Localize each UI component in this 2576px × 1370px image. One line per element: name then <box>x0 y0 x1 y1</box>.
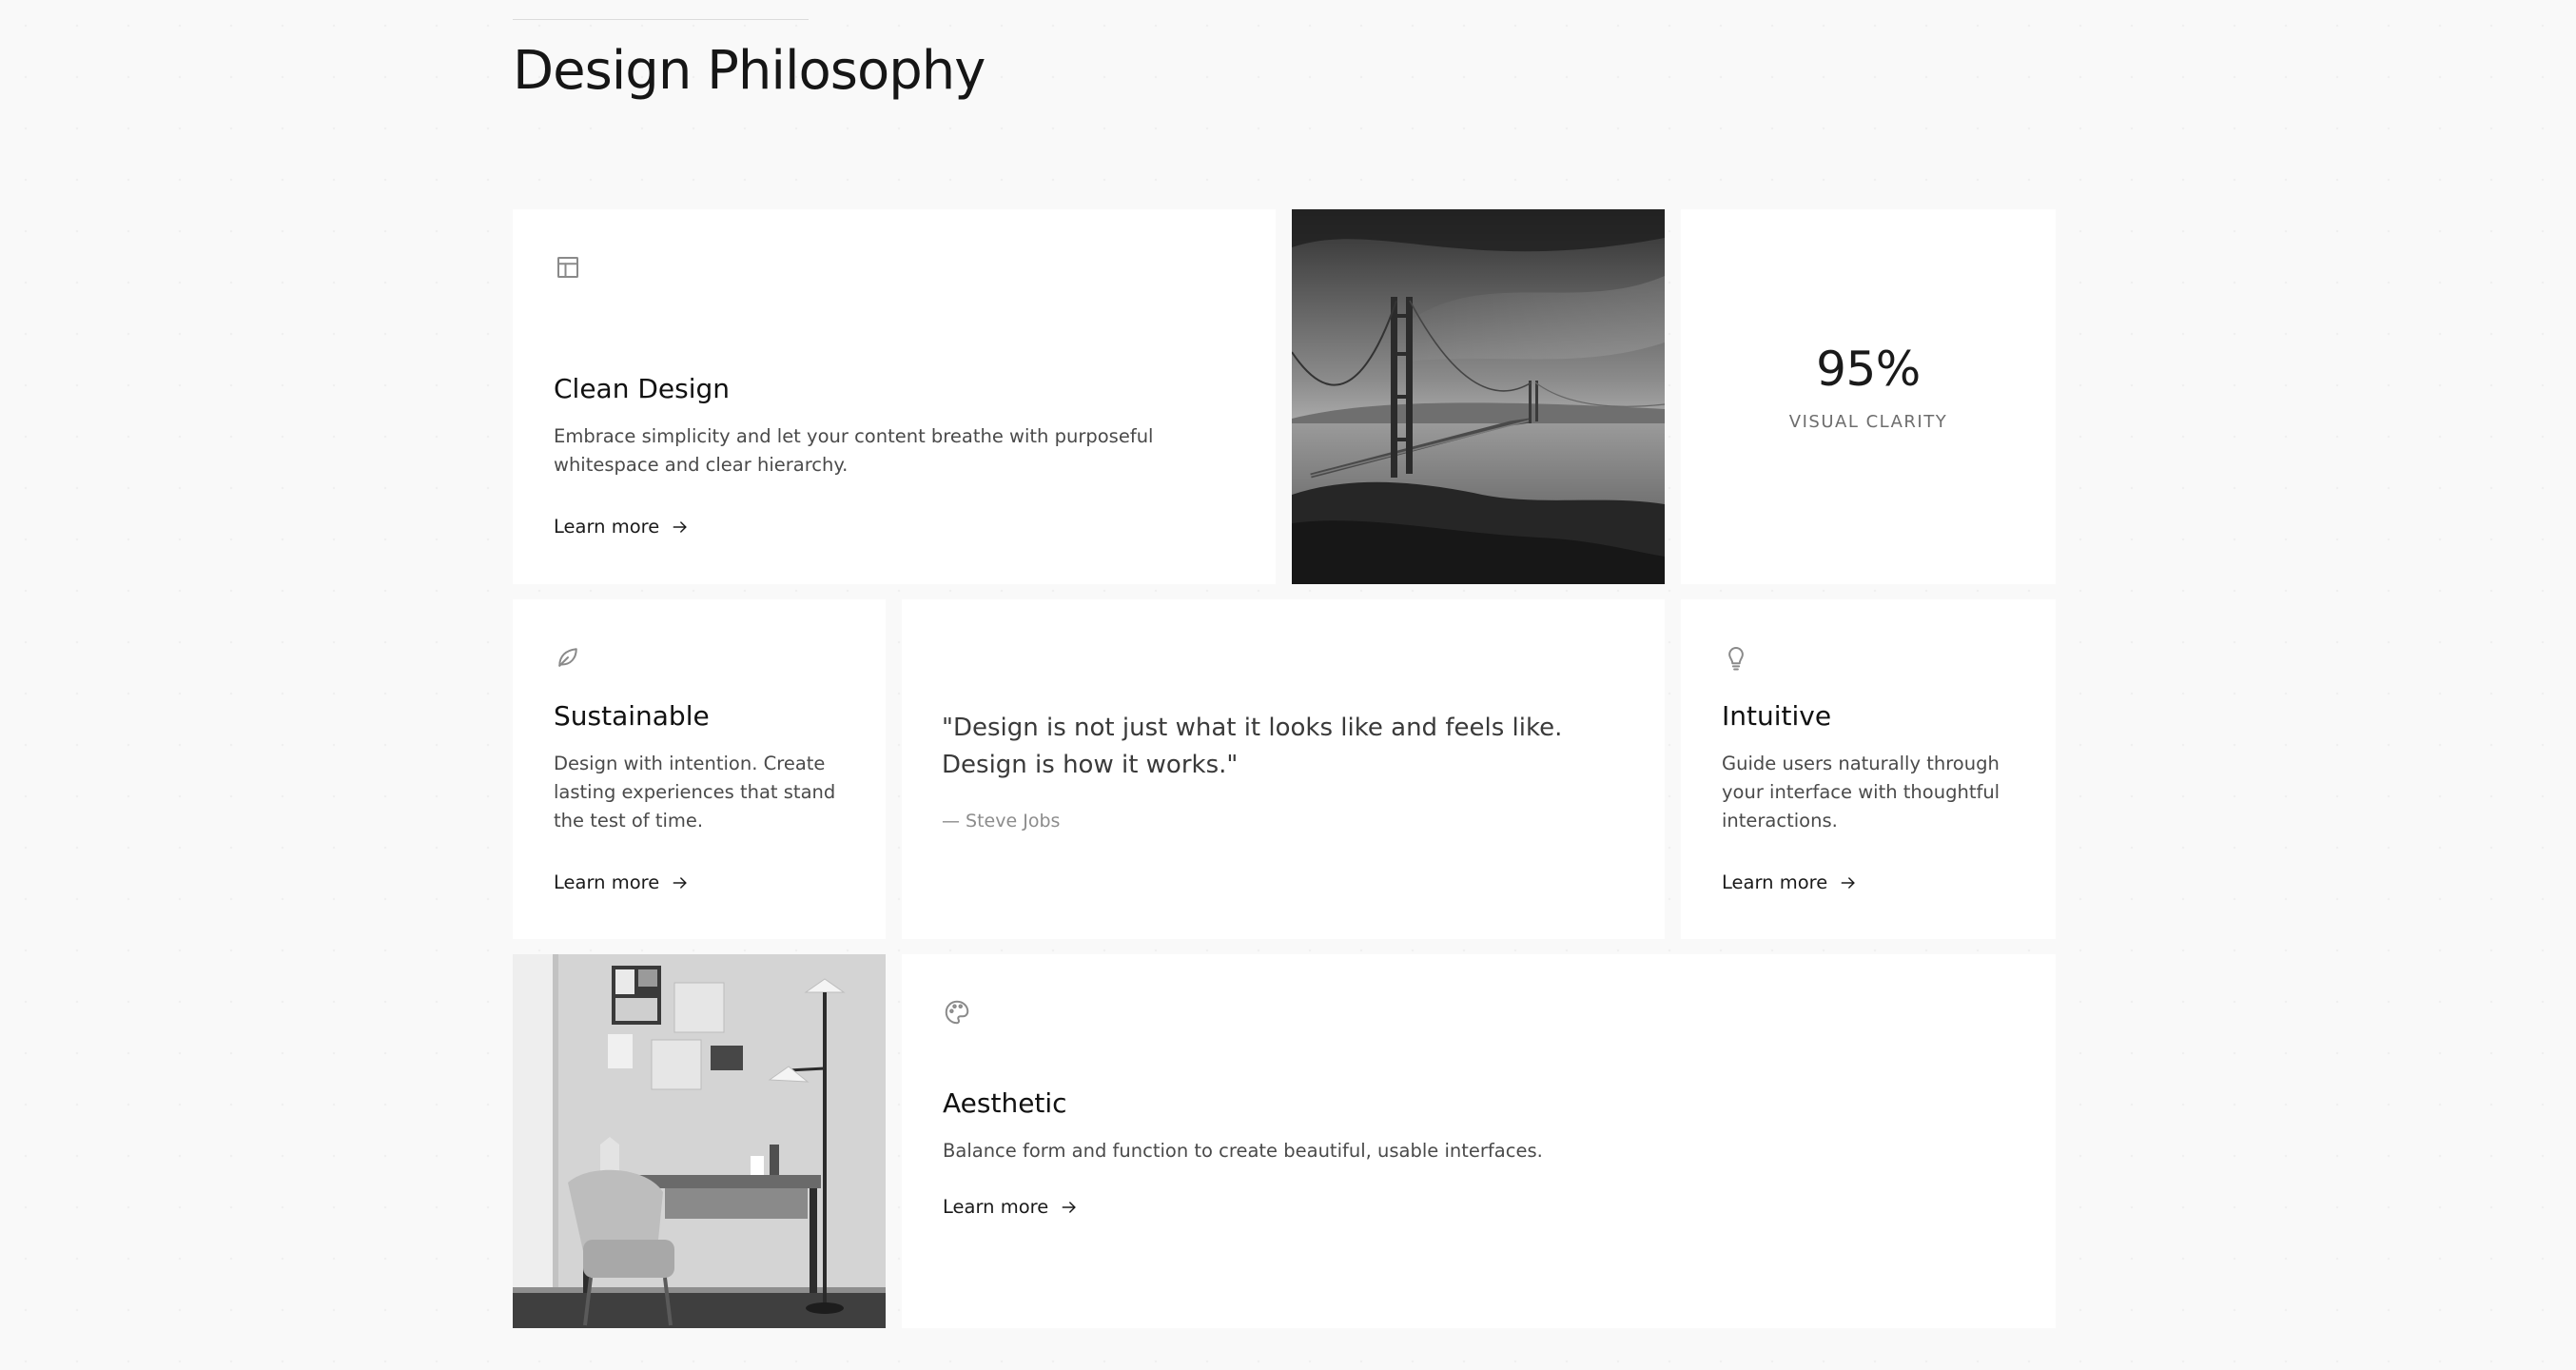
learn-more-link[interactable]: Learn more <box>943 1196 1079 1218</box>
bridge-photo <box>1292 209 1665 584</box>
arrow-right-icon <box>673 520 687 533</box>
card-intuitive: Intuitive Guide users naturally through … <box>1681 599 2056 939</box>
card-title: Intuitive <box>1722 700 1832 732</box>
bridge-image <box>1292 209 1665 584</box>
quote-author: — Steve Jobs <box>942 811 1061 832</box>
learn-more-label: Learn more <box>554 516 660 538</box>
learn-more-label: Learn more <box>943 1196 1049 1218</box>
top-divider <box>513 19 809 20</box>
learn-more-label: Learn more <box>1722 871 1828 893</box>
workspace-photo <box>513 954 886 1328</box>
learn-more-link[interactable]: Learn more <box>1722 871 1858 893</box>
stat-value: 95% <box>1816 341 1921 397</box>
page-title: Design Philosophy <box>513 40 986 102</box>
card-description: Guide users naturally through your inter… <box>1722 753 2000 832</box>
arrow-right-icon <box>1841 876 1855 889</box>
layout-icon <box>554 253 582 282</box>
arrow-right-icon <box>1062 1201 1076 1213</box>
stat-card: 95% VISUAL CLARITY <box>1681 209 2056 584</box>
card-title: Aesthetic <box>943 1087 1067 1119</box>
card-clean-design: Clean Design Embrace simplicity and let … <box>513 209 1276 584</box>
lightbulb-icon <box>1722 643 1750 672</box>
quote-card: "Design is not just what it looks like a… <box>902 599 1665 939</box>
card-title: Sustainable <box>554 700 710 732</box>
leaf-icon <box>554 643 582 672</box>
quote-text: "Design is not just what it looks like a… <box>942 714 1563 779</box>
feature-grid: Clean Design Embrace simplicity and let … <box>513 209 2056 1328</box>
card-title: Clean Design <box>554 373 731 404</box>
workspace-image <box>513 954 886 1328</box>
card-description: Embrace simplicity and let your content … <box>554 425 1154 476</box>
card-description: Balance form and function to create beau… <box>943 1140 1543 1162</box>
palette-icon <box>943 998 971 1027</box>
card-sustainable: Sustainable Design with intention. Creat… <box>513 599 886 939</box>
learn-more-link[interactable]: Learn more <box>554 516 690 538</box>
learn-more-label: Learn more <box>554 871 660 893</box>
stat-label: VISUAL CLARITY <box>1788 411 1948 432</box>
arrow-right-icon <box>673 876 687 889</box>
card-aesthetic: Aesthetic Balance form and function to c… <box>902 954 2056 1328</box>
card-description: Design with intention. Create lasting ex… <box>554 753 836 832</box>
learn-more-link[interactable]: Learn more <box>554 871 690 893</box>
